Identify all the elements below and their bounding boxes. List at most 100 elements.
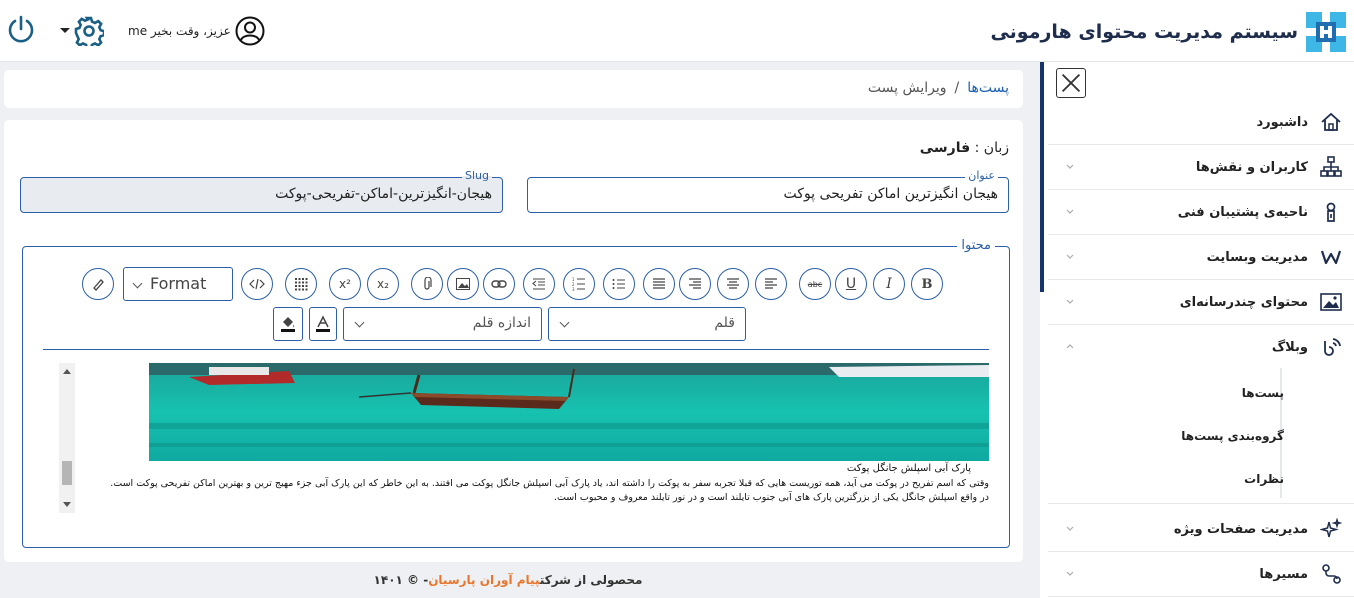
content-editor: محتوا Format x² x₂ 123 abc U I B اندازه … [22, 238, 1010, 548]
chevron-down-icon [1066, 254, 1074, 259]
breadcrumb-link-posts[interactable]: پست‌ها [967, 80, 1009, 96]
outdent-button[interactable] [523, 268, 555, 300]
table-grid-icon [295, 278, 308, 291]
blog-icon [1324, 337, 1341, 356]
slug-label: Slug [462, 169, 492, 183]
bold-button[interactable]: B [911, 268, 943, 300]
footer: محصولی از شرکتپیام آوران پارسیان- © ۱۴۰۱ [0, 562, 1040, 598]
support-icon [1326, 202, 1336, 222]
italic-button[interactable]: I [873, 268, 905, 300]
align-right-icon [689, 278, 701, 289]
logo-icon [1304, 10, 1348, 54]
gear-icon[interactable] [74, 16, 104, 46]
media-icon [1320, 293, 1342, 311]
link-button[interactable] [483, 268, 515, 300]
sidebar-item-label: مسیرها [1259, 566, 1308, 582]
sidebar-item-website[interactable]: مدیریت وبسایت [1048, 235, 1354, 280]
chevron-down-icon[interactable] [60, 28, 70, 33]
code-view-button[interactable] [241, 268, 273, 300]
superscript-button[interactable]: x² [329, 268, 361, 300]
font-select[interactable]: قلم [548, 307, 746, 341]
superscript-glyph: x² [339, 277, 351, 291]
home-icon [1321, 112, 1341, 131]
scroll-down-icon[interactable] [63, 502, 71, 507]
user-avatar-icon [235, 16, 265, 46]
user-menu[interactable]: me عزیز، وقت بخیر [128, 16, 265, 46]
footer-text: محصولی از شرکتپیام آوران پارسیان- © ۱۴۰۱ [0, 573, 1016, 587]
sidebar-item-special-pages[interactable]: مدیریت صفحات ویژه [1048, 507, 1354, 552]
close-icon[interactable] [1056, 68, 1086, 98]
title-field[interactable]: عنوان هیجان انگیزترین اماکن تفریحی پوکت [527, 169, 1009, 213]
chevron-down-icon [1066, 164, 1074, 169]
align-right-button[interactable] [679, 268, 711, 300]
sidebar-accent [1040, 62, 1044, 292]
background-color-button[interactable] [273, 307, 303, 341]
post-body-text: وقتی که اسم تفریح در پوکت می آید، همه تو… [110, 478, 989, 503]
sidebar-item-dashboard[interactable]: داشبورد [1048, 100, 1354, 145]
scroll-thumb[interactable] [62, 461, 72, 485]
ordered-list-icon: 123 [572, 277, 585, 291]
align-left-button[interactable] [755, 268, 787, 300]
outdent-icon [532, 278, 545, 290]
table-button[interactable] [285, 268, 317, 300]
image-caption-title: پارک آبی اسپلش جانگل پوکت [846, 463, 971, 474]
align-justify-icon [653, 278, 665, 289]
font-size-select[interactable]: اندازه قلم [343, 307, 542, 341]
brand[interactable]: سیستم مدیریت محتوای هارمونی [990, 10, 1348, 54]
editor-scrollbar[interactable] [59, 363, 75, 513]
language-label: زبان : [974, 140, 1009, 156]
font-select-label: قلم [714, 315, 735, 331]
sidebar-item-media[interactable]: محتوای چندرسانه‌ای [1048, 280, 1354, 325]
eraser-button[interactable] [82, 268, 114, 300]
image-icon [456, 278, 470, 290]
breadcrumb-separator: / [954, 80, 960, 96]
align-center-button[interactable] [717, 268, 749, 300]
attach-button[interactable] [411, 268, 443, 300]
format-select[interactable]: Format [123, 267, 233, 301]
sidebar-subitem-comments[interactable]: نظرات [1244, 472, 1284, 486]
chevron-down-icon [1066, 299, 1074, 304]
content-label: محتوا [957, 238, 995, 253]
footer-company-link[interactable]: پیام آوران پارسیان [428, 573, 540, 587]
breadcrumb-current: ویرایش پست [867, 80, 947, 96]
subscript-glyph: x₂ [377, 277, 389, 291]
align-justify-button[interactable] [643, 268, 675, 300]
underline-button[interactable]: U [835, 268, 867, 300]
sidebar-subitem-posts[interactable]: پست‌ها [1242, 386, 1284, 400]
ordered-list-button[interactable]: 123 [563, 268, 595, 300]
editor-body[interactable]: پارک آبی اسپلش جانگل پوکت وقتی که اسم تف… [59, 363, 991, 513]
slug-input-value[interactable]: هیجان-انگیزترین-اماکن-تفریحی-پوکت [275, 186, 492, 202]
power-icon[interactable] [6, 14, 36, 46]
strikethrough-button[interactable]: abc [799, 268, 831, 300]
sidebar-item-blog[interactable]: وبلاگ [1048, 325, 1354, 370]
font-size-select-label: اندازه قلم [472, 315, 531, 331]
scroll-up-icon[interactable] [63, 369, 71, 374]
chevron-up-icon [1066, 344, 1074, 349]
image-button[interactable] [447, 268, 479, 300]
language-indicator: زبان : فارسی [920, 140, 1009, 156]
code-icon [249, 278, 265, 290]
svg-text:3: 3 [572, 287, 575, 291]
users-hierarchy-icon [1320, 156, 1342, 177]
toolbar-divider [43, 349, 989, 350]
footer-suffix: - © ۱۴۰۱ [373, 573, 429, 587]
slug-field[interactable]: Slug هیجان-انگیزترین-اماکن-تفریحی-پوکت [20, 169, 503, 213]
title-input-value[interactable]: هیجان انگیزترین اماکن تفریحی پوکت [784, 186, 998, 202]
format-select-label: Format [150, 274, 207, 293]
sidebar-item-routes[interactable]: مسیرها [1048, 552, 1354, 597]
bullet-list-button[interactable] [603, 268, 635, 300]
sidebar-item-users[interactable]: کاربران و نقش‌ها [1048, 145, 1354, 190]
sidebar-item-label: وبلاگ [1271, 340, 1308, 355]
sidebar-subitem-post-groups[interactable]: گروه‌بندی پست‌ها [1181, 429, 1284, 443]
sidebar-item-support[interactable]: ناحیه‌ی پشتیبان فنی [1048, 190, 1354, 235]
subscript-button[interactable]: x₂ [367, 268, 399, 300]
footer-prefix: محصولی از شرکت [539, 573, 643, 587]
sidebar-item-label: داشبورد [1256, 114, 1308, 130]
strikethrough-glyph: abc [807, 279, 823, 289]
chevron-down-icon [132, 278, 143, 289]
fill-color-icon [281, 317, 295, 332]
text-color-icon [316, 315, 330, 332]
user-greeting: me عزیز، وقت بخیر [128, 24, 231, 38]
text-color-button[interactable] [309, 307, 337, 341]
sparkle-icon [1320, 518, 1342, 538]
